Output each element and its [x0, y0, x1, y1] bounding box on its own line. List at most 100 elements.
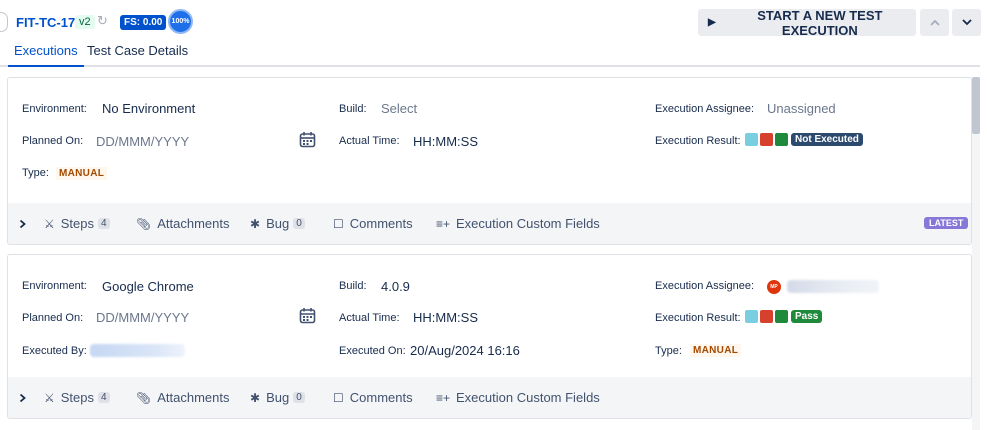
start-button-label: START A NEW TEST EXECUTION [757, 7, 883, 38]
actual-time-input[interactable]: HH:MM:SS [413, 310, 478, 325]
progress-circle: 100% [168, 9, 193, 34]
fs-badge: FS: 0.00 [120, 15, 167, 30]
version-badge: v2 [75, 15, 95, 29]
expand-toggle[interactable] [19, 377, 26, 418]
scroll-up-button[interactable] [920, 9, 949, 36]
tab-test-case-details[interactable]: Test Case Details [81, 44, 194, 65]
execution-result-selector[interactable]: Not Executed [745, 133, 863, 146]
status-badge: Pass [791, 310, 823, 323]
assignee-value[interactable]: Unassigned [767, 101, 836, 116]
build-label: Build: [339, 280, 367, 292]
avatar: MP [767, 280, 781, 294]
chevron-down-icon [961, 19, 972, 26]
chevron-right-icon [19, 219, 26, 228]
status-badge: Not Executed [791, 133, 863, 146]
result-option-fail[interactable] [760, 310, 773, 323]
bug-tab[interactable]: ✱ Bug 0 [250, 203, 305, 244]
build-label: Build: [339, 103, 367, 115]
bug-icon: ✱ [250, 390, 261, 405]
environment-value[interactable]: Google Chrome [102, 279, 194, 294]
comments-tab[interactable]: ☐ Comments [333, 203, 413, 244]
execution-result-label: Execution Result: [655, 135, 741, 147]
tab-bar: Executions Test Case Details [0, 44, 980, 67]
environment-label: Environment: [22, 280, 87, 292]
collapse-handle[interactable] [0, 12, 8, 32]
execution-card: Environment: Google Chrome Build: 4.0.9 … [7, 254, 972, 419]
steps-label: Steps [60, 390, 95, 405]
steps-count: 4 [98, 392, 110, 403]
actual-time-input[interactable]: HH:MM:SS [413, 134, 478, 149]
planned-on-label: Planned On: [22, 135, 84, 147]
executed-on-label: Executed On: [339, 345, 406, 357]
executed-on-value: 20/Aug/2024 16:16 [410, 343, 520, 358]
environment-label: Environment: [22, 103, 87, 115]
chevron-right-icon [19, 393, 26, 402]
steps-tab[interactable]: ⚔ Steps 4 [44, 377, 110, 418]
execution-result-selector[interactable]: Pass [745, 310, 823, 323]
comment-icon: ☐ [333, 390, 344, 405]
custom-fields-label: Execution Custom Fields [456, 216, 600, 231]
comments-label: Comments [349, 216, 413, 231]
type-badge: MANUAL [56, 167, 108, 180]
tab-executions[interactable]: Executions [8, 44, 84, 67]
paperclip-icon: 📎︎ [136, 390, 152, 405]
attachments-tab[interactable]: 📎︎ Attachments [136, 377, 230, 418]
bug-icon: ✱ [250, 216, 261, 231]
execution-card: Environment: No Environment Build: Selec… [7, 77, 972, 245]
steps-icon: ⚔ [44, 390, 55, 405]
type-label: Type: [655, 345, 682, 357]
calendar-icon[interactable] [299, 131, 316, 148]
bug-count: 0 [293, 392, 305, 403]
expand-toggle[interactable] [19, 203, 26, 244]
attachments-tab[interactable]: 📎︎ Attachments [136, 203, 230, 244]
sync-icon[interactable]: ↻ [97, 13, 108, 29]
execution-header: FIT-TC-17 v2 ↻ FS: 0.00 100% ▶ START A N… [0, 0, 987, 44]
build-select[interactable]: Select [381, 101, 417, 116]
result-option-blocked[interactable] [745, 133, 758, 146]
result-option-pass[interactable] [775, 133, 788, 146]
custom-fields-tab[interactable]: ≡+ Execution Custom Fields [436, 377, 600, 418]
result-option-pass[interactable] [775, 310, 788, 323]
card-footer: ⚔ Steps 4 📎︎ Attachments ✱ Bug 0 ☐ Comme… [8, 377, 971, 418]
paperclip-icon: 📎︎ [136, 216, 152, 231]
assignee-label: Execution Assignee: [655, 280, 755, 292]
comments-label: Comments [349, 390, 413, 405]
custom-fields-tab[interactable]: ≡+ Execution Custom Fields [436, 203, 600, 244]
start-new-execution-button[interactable]: ▶ START A NEW TEST EXECUTION [698, 7, 916, 38]
actual-time-label: Actual Time: [339, 312, 400, 324]
attachments-label: Attachments [157, 390, 230, 405]
card-footer: ⚔ Steps 4 📎︎ Attachments ✱ Bug 0 ☐ Comme… [8, 203, 971, 244]
executed-by-label: Executed By: [22, 345, 87, 357]
bug-label: Bug [266, 216, 290, 231]
chevron-up-icon [929, 19, 940, 26]
result-option-blocked[interactable] [745, 310, 758, 323]
bug-tab[interactable]: ✱ Bug 0 [250, 377, 305, 418]
attachments-label: Attachments [157, 216, 230, 231]
latest-badge: LATEST [924, 217, 969, 229]
type-badge: MANUAL [690, 344, 742, 357]
list-add-icon: ≡+ [436, 390, 451, 405]
planned-on-input[interactable]: DD/MMM/YYYY [96, 310, 189, 325]
assignee-name-redacted[interactable] [787, 280, 879, 293]
comments-tab[interactable]: ☐ Comments [333, 377, 413, 418]
list-add-icon: ≡+ [436, 216, 451, 231]
actual-time-label: Actual Time: [339, 135, 400, 147]
calendar-icon[interactable] [299, 307, 316, 324]
test-case-key[interactable]: FIT-TC-17 [16, 15, 75, 30]
custom-fields-label: Execution Custom Fields [456, 390, 600, 405]
steps-label: Steps [60, 216, 95, 231]
planned-on-label: Planned On: [22, 312, 84, 324]
steps-count: 4 [98, 218, 110, 229]
scrollbar-thumb[interactable] [972, 77, 980, 134]
scroll-down-button[interactable] [952, 9, 981, 36]
build-value[interactable]: 4.0.9 [381, 279, 410, 294]
planned-on-input[interactable]: DD/MMM/YYYY [96, 134, 189, 149]
environment-value[interactable]: No Environment [102, 101, 195, 116]
type-label: Type: [22, 167, 49, 179]
steps-tab[interactable]: ⚔ Steps 4 [44, 203, 110, 244]
comment-icon: ☐ [333, 216, 344, 231]
result-option-fail[interactable] [760, 133, 773, 146]
executed-by-redacted[interactable] [90, 344, 185, 357]
execution-result-label: Execution Result: [655, 312, 741, 324]
assignee-label: Execution Assignee: [655, 103, 755, 115]
